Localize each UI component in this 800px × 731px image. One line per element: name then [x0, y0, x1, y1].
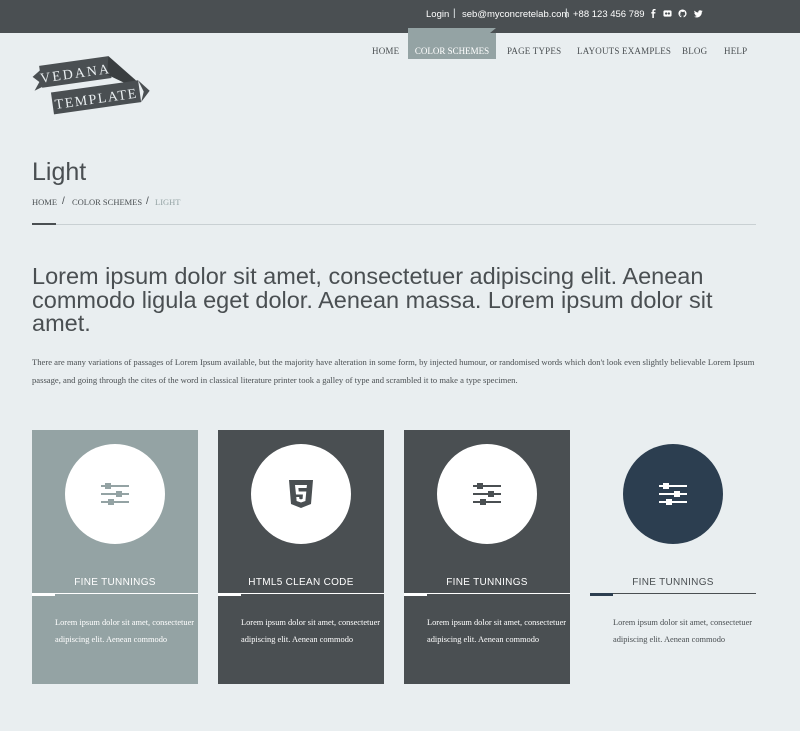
feature-card[interactable]: FINE TUNNINGS Lorem ipsum dolor sit amet… — [404, 430, 570, 684]
title-divider — [32, 224, 756, 225]
html5-icon — [289, 480, 313, 508]
nav-color-schemes[interactable]: COLOR SCHEMES — [408, 33, 496, 59]
card-divider — [218, 593, 384, 594]
nav-color-schemes-label: COLOR SCHEMES — [414, 46, 490, 56]
sliders-icon — [659, 483, 687, 505]
email-link[interactable]: seb@myconcretelab.com — [462, 9, 569, 20]
card-icon-circle — [437, 444, 537, 544]
breadcrumb-color-schemes[interactable]: COLOR SCHEMES — [72, 197, 142, 207]
nav-page-types[interactable]: PAGE TYPES — [507, 46, 561, 56]
card-icon-circle — [623, 444, 723, 544]
topbar-separator: | — [565, 8, 568, 19]
card-divider — [590, 593, 756, 594]
card-divider — [404, 593, 570, 594]
nav-blog[interactable]: BLOG — [682, 46, 707, 56]
card-text: Lorem ipsum dolor sit amet, consectetuer… — [613, 618, 753, 644]
feature-card[interactable]: HTML5 CLEAN CODE Lorem ipsum dolor sit a… — [218, 430, 384, 684]
vedana-template-logo[interactable]: VEDANA TEMPLATE — [30, 47, 150, 119]
page-title: Light — [32, 158, 87, 186]
card-title: FINE TUNNINGS — [446, 577, 528, 588]
lead-paragraph: Lorem ipsum dolor sit amet, consectetuer… — [32, 263, 713, 336]
breadcrumb-separator: / — [62, 196, 65, 207]
card-divider-accent — [32, 593, 55, 596]
card-divider — [32, 593, 198, 594]
facebook-icon[interactable] — [649, 9, 658, 18]
top-bar: Login | seb@myconcretelab.com | +88 123 … — [0, 0, 800, 33]
phone-number: +88 123 456 789 — [573, 9, 645, 20]
twitter-icon[interactable] — [694, 9, 703, 18]
card-text: Lorem ipsum dolor sit amet, consectetuer… — [55, 618, 195, 644]
card-icon-circle — [251, 444, 351, 544]
card-divider-accent — [404, 593, 427, 596]
intro-paragraph: There are many variations of passages of… — [32, 357, 755, 385]
card-title: FINE TUNNINGS — [632, 577, 714, 588]
breadcrumb-current: LIGHT — [155, 197, 181, 207]
nav-layouts-examples[interactable]: LAYOUTS EXAMPLES — [577, 46, 671, 56]
sliders-icon — [101, 483, 129, 505]
topbar-separator: | — [453, 8, 456, 19]
card-divider-accent — [590, 593, 613, 596]
nav-help[interactable]: HELP — [724, 46, 747, 56]
sliders-icon — [473, 483, 501, 505]
feature-card[interactable]: FINE TUNNINGS Lorem ipsum dolor sit amet… — [590, 430, 756, 684]
card-icon-circle — [65, 444, 165, 544]
title-divider-accent — [32, 223, 56, 225]
feature-card[interactable]: FINE TUNNINGS Lorem ipsum dolor sit amet… — [32, 430, 198, 684]
breadcrumb-separator: / — [146, 196, 149, 207]
github-icon[interactable] — [678, 9, 687, 18]
nav-home[interactable]: HOME — [372, 46, 399, 56]
breadcrumb-home[interactable]: HOME — [32, 197, 57, 207]
card-divider-accent — [218, 593, 241, 596]
card-title: FINE TUNNINGS — [74, 577, 156, 588]
card-text: Lorem ipsum dolor sit amet, consectetuer… — [241, 618, 381, 644]
login-link[interactable]: Login — [426, 9, 449, 20]
flickr-icon[interactable] — [663, 9, 672, 18]
card-title: HTML5 CLEAN CODE — [248, 577, 354, 588]
card-text: Lorem ipsum dolor sit amet, consectetuer… — [427, 618, 567, 644]
